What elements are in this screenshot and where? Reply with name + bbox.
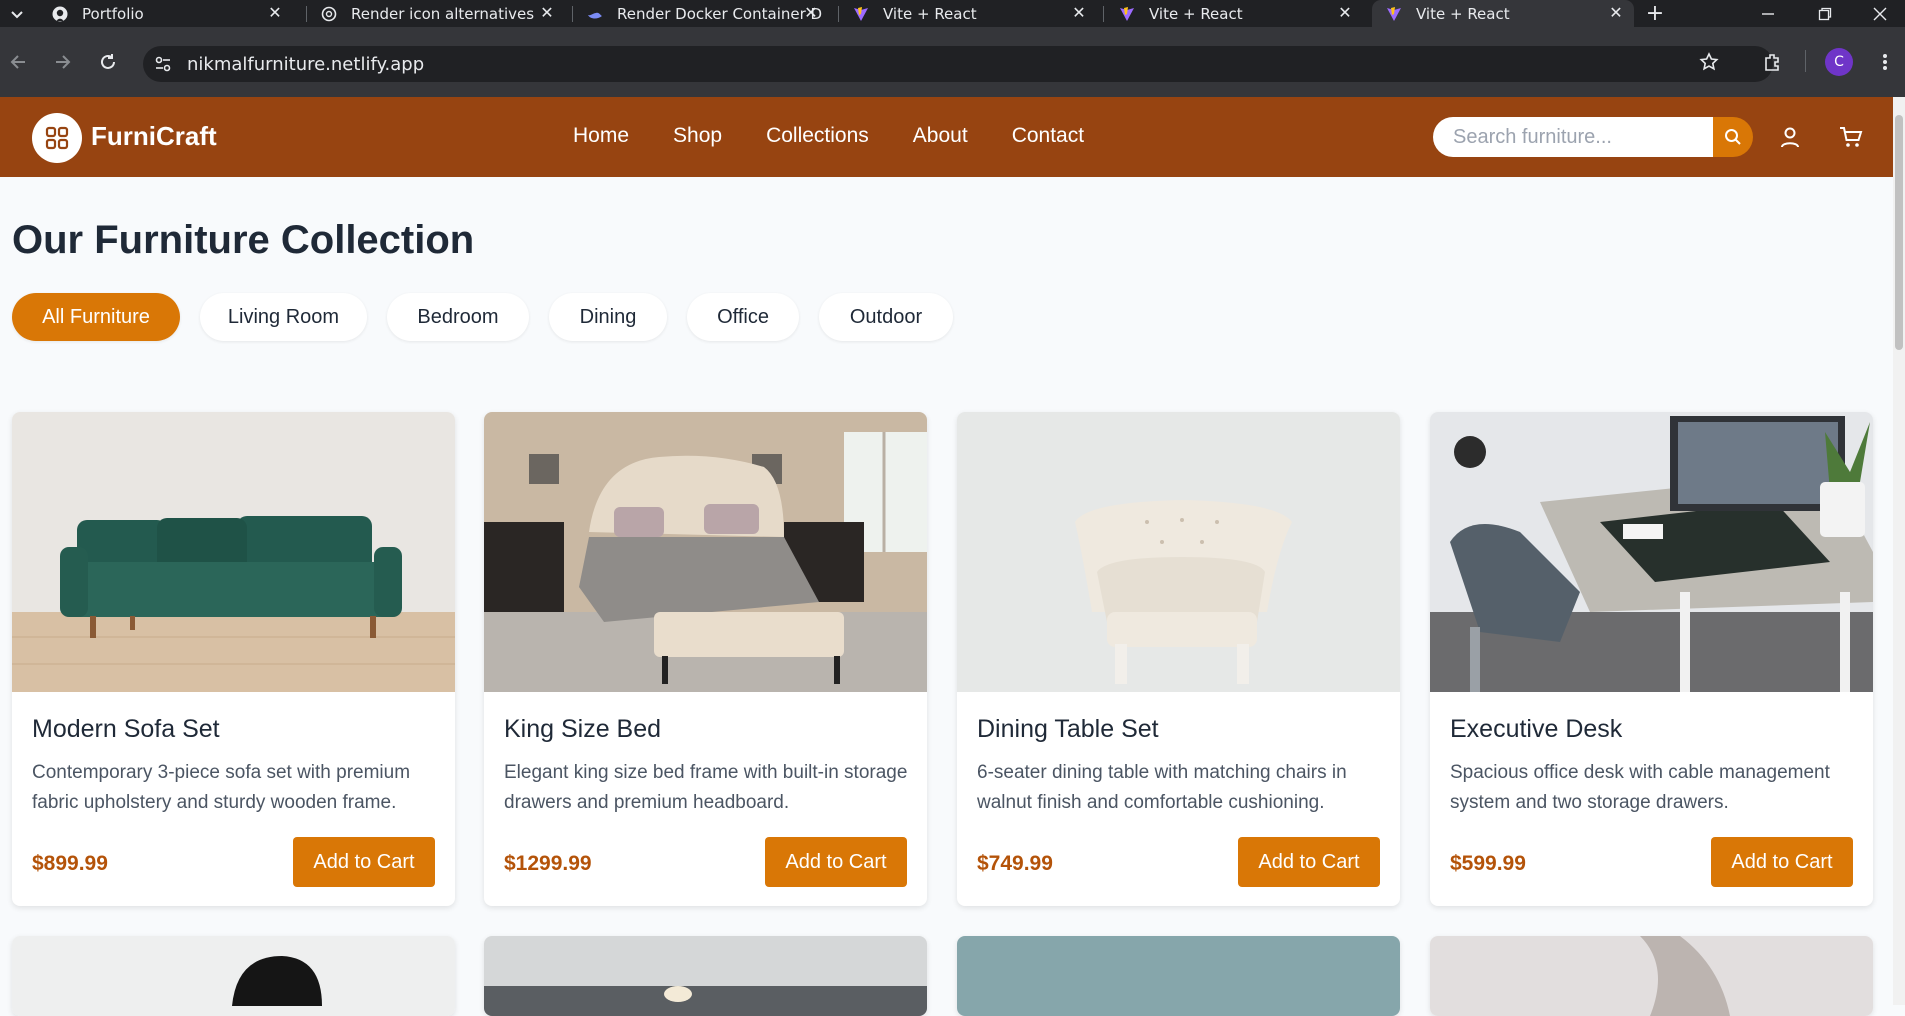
product-card-partial (957, 936, 1400, 1016)
search-button[interactable] (1713, 117, 1753, 157)
tab-render-icon-alternatives[interactable]: Render icon alternatives ✕ (307, 0, 565, 27)
tab-label: Vite + React (1149, 4, 1243, 23)
logo-icon[interactable] (32, 113, 82, 163)
chair-black-image[interactable] (12, 936, 455, 1016)
close-tab-icon[interactable]: ✕ (1606, 3, 1626, 22)
bookmark-star-icon[interactable] (1694, 47, 1724, 77)
tab-portfolio[interactable]: Portfolio ✕ (38, 0, 293, 27)
product-name[interactable]: Modern Sofa Set (32, 715, 220, 744)
product-card: Executive Desk Spacious office desk with… (1430, 412, 1873, 906)
tab-vite-react-2[interactable]: Vite + React ✕ (1105, 0, 1363, 27)
main-nav: Home Shop Collections About Contact (573, 124, 1128, 148)
vite-icon (854, 6, 868, 21)
nav-contact[interactable]: Contact (1012, 124, 1084, 148)
product-description: Spacious office desk with cable manageme… (1450, 762, 1830, 813)
tab-label: Render Docker Container D (617, 4, 823, 23)
tab-render-docker[interactable]: Render Docker Container D ✕ (573, 0, 829, 27)
docker-icon (588, 12, 602, 19)
nav-collections[interactable]: Collections (766, 124, 869, 148)
add-to-cart-button[interactable]: Add to Cart (293, 837, 435, 887)
new-tab-icon[interactable]: + (1630, 0, 1680, 27)
site-header: FurniCraft Home Shop Collections About C… (0, 97, 1893, 177)
filter-living-room[interactable]: Living Room (200, 293, 367, 341)
browser-menu-icon[interactable] (1870, 47, 1900, 77)
tab-vite-react-1[interactable]: Vite + React ✕ (839, 0, 1097, 27)
category-filters: All Furniture Living Room Bedroom Dining… (12, 293, 973, 341)
product-name[interactable]: Executive Desk (1450, 715, 1622, 744)
tab-vite-react-active[interactable]: Vite + React ✕ (1372, 0, 1634, 27)
add-to-cart-button[interactable]: Add to Cart (765, 837, 907, 887)
filter-outdoor[interactable]: Outdoor (819, 293, 953, 341)
product-card-partial (12, 936, 455, 1016)
close-tab-icon[interactable]: ✕ (537, 3, 557, 22)
product-description: Contemporary 3-piece sofa set with premi… (32, 762, 411, 813)
back-icon[interactable] (3, 47, 33, 77)
close-tab-icon[interactable]: ✕ (1069, 3, 1089, 22)
page-title: Our Furniture Collection (12, 218, 475, 262)
search-input[interactable]: Search furniture... (1433, 117, 1713, 157)
vite-icon (1120, 6, 1134, 21)
github-icon (52, 6, 68, 21)
product-card: Dining Table Set 6-seater dining table w… (957, 412, 1400, 906)
forward-icon[interactable] (48, 47, 78, 77)
minimize-icon[interactable] (1740, 0, 1796, 27)
close-window-icon[interactable] (1852, 0, 1905, 27)
product-name[interactable]: Dining Table Set (977, 715, 1159, 744)
add-to-cart-button[interactable]: Add to Cart (1711, 837, 1853, 887)
user-icon[interactable] (1774, 121, 1806, 153)
nav-shop[interactable]: Shop (673, 124, 722, 148)
product-card-partial (484, 936, 927, 1016)
add-to-cart-button[interactable]: Add to Cart (1238, 837, 1380, 887)
scrollbar-thumb[interactable] (1895, 115, 1903, 350)
close-tab-icon[interactable]: ✕ (801, 3, 821, 22)
nav-about[interactable]: About (913, 124, 968, 148)
room-image[interactable] (484, 936, 927, 1016)
filter-bedroom[interactable]: Bedroom (387, 293, 529, 341)
chair-image[interactable] (957, 412, 1400, 692)
fabric-image[interactable] (1430, 936, 1873, 1016)
sofa-image[interactable] (12, 412, 455, 692)
close-tab-icon[interactable]: ✕ (1335, 3, 1355, 22)
tab-label: Vite + React (883, 4, 977, 23)
filter-office[interactable]: Office (687, 293, 799, 341)
filter-all-furniture[interactable]: All Furniture (12, 293, 180, 341)
chatgpt-icon (321, 6, 337, 21)
product-card: King Size Bed Elegant king size bed fram… (484, 412, 927, 906)
brand-name[interactable]: FurniCraft (91, 121, 217, 152)
vite-icon (1387, 6, 1401, 21)
product-description: 6-seater dining table with matching chai… (977, 762, 1347, 813)
profile-avatar[interactable]: C (1825, 48, 1853, 76)
search-icon (1725, 129, 1741, 145)
product-name[interactable]: King Size Bed (504, 715, 661, 744)
extensions-icon[interactable] (1758, 47, 1788, 77)
desk-image[interactable] (1430, 412, 1873, 692)
product-description: Elegant king size bed frame with built-i… (504, 762, 908, 813)
product-price: $899.99 (32, 852, 108, 875)
nav-home[interactable]: Home (573, 124, 629, 148)
close-tab-icon[interactable]: ✕ (265, 3, 285, 22)
product-card: Modern Sofa Set Contemporary 3-piece sof… (12, 412, 455, 906)
browser-toolbar: nikmalfurniture.netlify.app C (0, 27, 1905, 97)
product-price: $1299.99 (504, 852, 592, 875)
teal-image[interactable] (957, 936, 1400, 1016)
bed-image[interactable] (484, 412, 927, 692)
product-price: $599.99 (1450, 852, 1526, 875)
tab-search-icon[interactable] (0, 0, 34, 27)
reload-icon[interactable] (93, 47, 123, 77)
site-info-icon[interactable] (153, 54, 173, 74)
browser-tab-strip: Portfolio ✕ Render icon alternatives ✕ R… (0, 0, 1905, 27)
tab-label: Render icon alternatives (351, 4, 535, 23)
restore-icon[interactable] (1797, 0, 1853, 27)
url-text[interactable]: nikmalfurniture.netlify.app (187, 54, 424, 75)
product-price: $749.99 (977, 852, 1053, 875)
address-bar[interactable]: nikmalfurniture.netlify.app (143, 46, 1773, 82)
product-card-partial (1430, 936, 1873, 1016)
cart-icon[interactable] (1835, 121, 1867, 153)
tab-label: Portfolio (82, 4, 144, 23)
filter-dining[interactable]: Dining (549, 293, 667, 341)
tab-label: Vite + React (1416, 4, 1510, 23)
